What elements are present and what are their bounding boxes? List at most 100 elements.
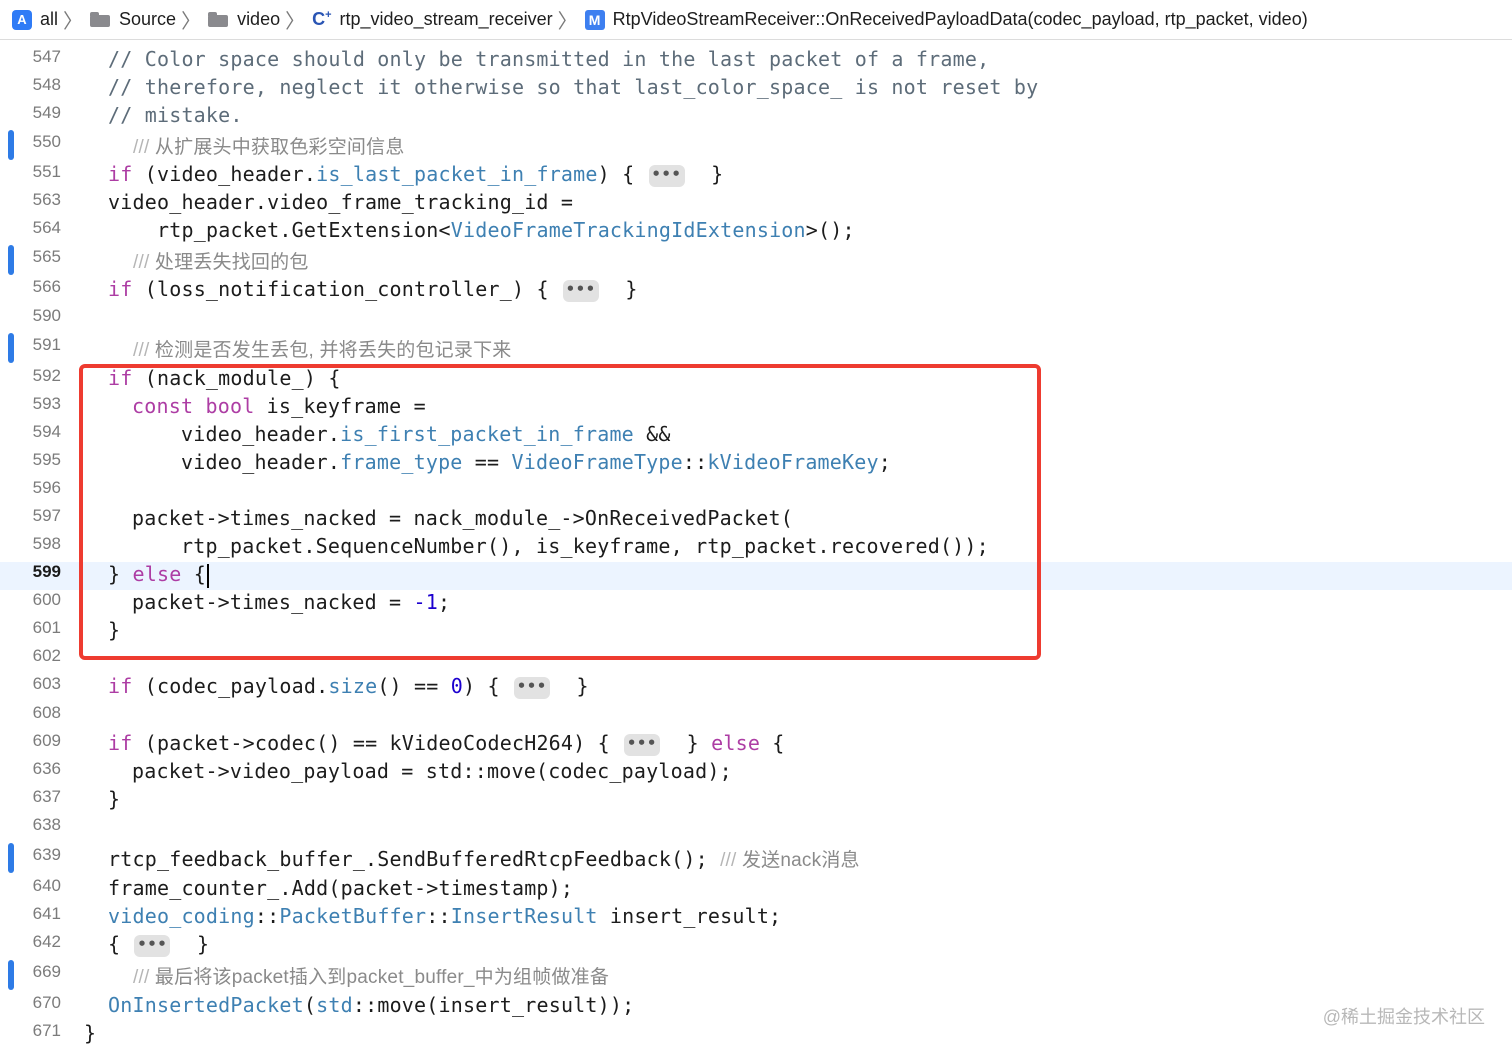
line-number: 595 bbox=[32, 450, 61, 469]
code-text: if (loss_notification_controller_) { •••… bbox=[108, 277, 638, 302]
code-text: { ••• } bbox=[108, 932, 210, 957]
line-number: 551 bbox=[32, 162, 61, 181]
breadcrumb-item-video[interactable]: video bbox=[208, 9, 280, 30]
folded-code-button[interactable]: ••• bbox=[624, 733, 661, 756]
line-number: 565 bbox=[32, 247, 61, 266]
line-number: 642 bbox=[32, 932, 61, 951]
code-text: } bbox=[84, 1021, 97, 1045]
code-line[interactable]: 550 /// 从扩展头中获取色彩空间信息 bbox=[0, 130, 1512, 160]
line-number: 597 bbox=[32, 506, 61, 525]
code-line[interactable]: 551 if (video_header.is_last_packet_in_f… bbox=[0, 162, 1512, 190]
line-number: 594 bbox=[32, 422, 61, 441]
code-line[interactable]: 603 if (codec_payload.size() == 0) { •••… bbox=[0, 674, 1512, 702]
code-editor[interactable]: 547 // Color space should only be transm… bbox=[0, 42, 1512, 1052]
line-number: 609 bbox=[32, 731, 61, 750]
folded-code-button[interactable]: ••• bbox=[134, 934, 171, 957]
line-number: 549 bbox=[32, 103, 61, 122]
code-text: frame_counter_.Add(packet->timestamp); bbox=[108, 876, 574, 900]
code-line[interactable]: 591 /// 检测是否发生丢包, 并将丢失的包记录下来 bbox=[0, 333, 1512, 363]
code-line[interactable]: 636 packet->video_payload = std::move(co… bbox=[0, 759, 1512, 787]
line-number: 596 bbox=[32, 478, 61, 497]
line-number: 590 bbox=[32, 306, 61, 325]
cpp-file-icon: C+ bbox=[312, 9, 332, 29]
code-line[interactable]: 670 OnInsertedPacket(std::move(insert_re… bbox=[0, 993, 1512, 1021]
doc-comment: /// 最后将该packet插入到packet_buffer_中为组帧做准备 bbox=[133, 967, 610, 988]
line-number: 591 bbox=[32, 335, 61, 354]
line-number: 592 bbox=[32, 366, 61, 385]
code-text: if (video_header.is_last_packet_in_frame… bbox=[108, 162, 724, 187]
code-text: video_coding::PacketBuffer::InsertResult… bbox=[108, 904, 782, 928]
breadcrumb-label: RtpVideoStreamReceiver::OnReceivedPayloa… bbox=[612, 9, 1308, 29]
line-number: 550 bbox=[32, 132, 61, 151]
code-line[interactable]: 671 } bbox=[0, 1021, 1512, 1049]
line-number: 601 bbox=[32, 618, 61, 637]
line-number: 670 bbox=[32, 993, 61, 1012]
chevron-right-icon: 〉 bbox=[285, 11, 306, 33]
code-line[interactable]: 563 video_header.video_frame_tracking_id… bbox=[0, 190, 1512, 218]
line-number: 603 bbox=[32, 674, 61, 693]
highlight-box bbox=[79, 364, 1041, 660]
line-number: 599 bbox=[32, 562, 61, 581]
breadcrumb-label: all bbox=[40, 9, 59, 29]
chevron-right-icon: 〉 bbox=[181, 11, 202, 33]
folded-code-button[interactable]: ••• bbox=[562, 279, 599, 302]
line-number: 547 bbox=[32, 47, 61, 66]
line-number: 640 bbox=[32, 876, 61, 895]
code-line[interactable]: 564 rtp_packet.GetExtension<VideoFrameTr… bbox=[0, 218, 1512, 246]
code-line[interactable]: 641 video_coding::PacketBuffer::InsertRe… bbox=[0, 904, 1512, 932]
code-text: } bbox=[108, 787, 121, 811]
code-line[interactable]: 590 bbox=[0, 306, 1512, 334]
line-number: 636 bbox=[32, 759, 61, 778]
breadcrumb-item-method[interactable]: M RtpVideoStreamReceiver::OnReceivedPayl… bbox=[584, 9, 1308, 30]
code-text: // mistake. bbox=[108, 103, 243, 127]
code-line[interactable]: 608 bbox=[0, 703, 1512, 731]
line-number: 593 bbox=[32, 394, 61, 413]
doc-comment: /// 处理丢失找回的包 bbox=[133, 252, 309, 273]
breadcrumb-item-file[interactable]: C+ rtp_video_stream_receiver bbox=[312, 9, 553, 30]
folded-code-button[interactable]: ••• bbox=[648, 164, 685, 187]
breadcrumb-item-all[interactable]: A all bbox=[12, 9, 58, 30]
code-text: OnInsertedPacket(std::move(insert_result… bbox=[108, 993, 635, 1017]
breadcrumb-item-source[interactable]: Source bbox=[90, 9, 176, 30]
method-icon: M bbox=[584, 9, 605, 30]
line-number: 671 bbox=[32, 1021, 61, 1040]
code-text: packet->video_payload = std::move(codec_… bbox=[132, 759, 732, 783]
line-number: 638 bbox=[32, 815, 61, 834]
chevron-right-icon: 〉 bbox=[557, 11, 578, 33]
line-number: 598 bbox=[32, 534, 61, 553]
line-number: 602 bbox=[32, 646, 61, 665]
line-number: 548 bbox=[32, 75, 61, 94]
code-line[interactable]: 565 /// 处理丢失找回的包 bbox=[0, 245, 1512, 275]
code-line[interactable]: 566 if (loss_notification_controller_) {… bbox=[0, 277, 1512, 305]
folded-code-button[interactable]: ••• bbox=[513, 676, 550, 699]
code-line[interactable]: 609 if (packet->codec() == kVideoCodecH2… bbox=[0, 731, 1512, 759]
line-number: 639 bbox=[32, 845, 61, 864]
code-line[interactable]: 547 // Color space should only be transm… bbox=[0, 47, 1512, 75]
code-line[interactable]: 637 } bbox=[0, 787, 1512, 815]
breadcrumb-label: video bbox=[237, 9, 281, 29]
chevron-right-icon: 〉 bbox=[63, 11, 84, 33]
code-text: video_header.video_frame_tracking_id = bbox=[108, 190, 574, 214]
folder-icon bbox=[208, 12, 229, 27]
code-text: // Color space should only be transmitte… bbox=[108, 47, 990, 71]
code-line[interactable]: 640 frame_counter_.Add(packet->timestamp… bbox=[0, 876, 1512, 904]
code-text: if (packet->codec() == kVideoCodecH264) … bbox=[108, 731, 785, 756]
doc-comment: /// 检测是否发生丢包, 并将丢失的包记录下来 bbox=[133, 340, 512, 361]
code-line[interactable]: 638 bbox=[0, 815, 1512, 843]
folder-icon bbox=[90, 12, 111, 27]
code-text: // therefore, neglect it otherwise so th… bbox=[108, 75, 1039, 99]
code-line[interactable]: 669 /// 最后将该packet插入到packet_buffer_中为组帧做… bbox=[0, 960, 1512, 990]
line-number: 608 bbox=[32, 703, 61, 722]
app-icon: A bbox=[12, 9, 32, 30]
code-line[interactable]: 548 // therefore, neglect it otherwise s… bbox=[0, 75, 1512, 103]
doc-comment: /// 从扩展头中获取色彩空间信息 bbox=[133, 137, 405, 158]
code-line[interactable]: 639 rtcp_feedback_buffer_.SendBufferedRt… bbox=[0, 843, 1512, 873]
code-text: rtcp_feedback_buffer_.SendBufferedRtcpFe… bbox=[108, 847, 860, 871]
breadcrumb: A all 〉 Source 〉 video 〉 C+ rtp_video_st… bbox=[0, 0, 1512, 40]
code-line[interactable]: 642 { ••• } bbox=[0, 932, 1512, 960]
code-line[interactable]: 549 // mistake. bbox=[0, 103, 1512, 131]
code-text: rtp_packet.GetExtension<VideoFrameTracki… bbox=[157, 218, 855, 242]
line-number: 641 bbox=[32, 904, 61, 923]
code-text: if (codec_payload.size() == 0) { ••• } bbox=[108, 674, 589, 699]
line-number: 637 bbox=[32, 787, 61, 806]
